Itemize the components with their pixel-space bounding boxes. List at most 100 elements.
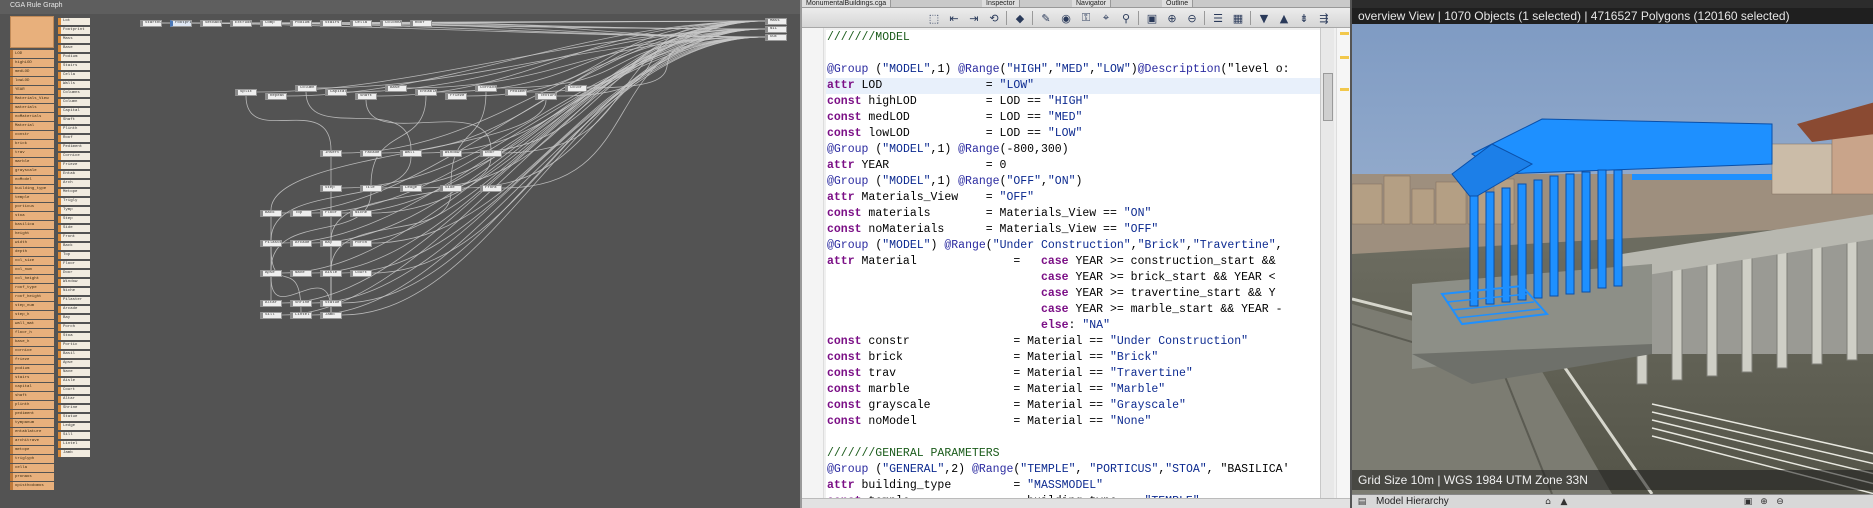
- rule-item[interactable]: Cornice: [58, 153, 90, 160]
- attribute-item[interactable]: cornice: [10, 347, 54, 355]
- rule-node[interactable]: Bay: [320, 240, 342, 247]
- attribute-item[interactable]: porticus: [10, 203, 54, 211]
- rule-item[interactable]: Columns: [58, 90, 90, 97]
- rule-node[interactable]: Shaft: [355, 93, 377, 100]
- arrow-up-icon[interactable]: ▲: [1276, 10, 1292, 26]
- code-line[interactable]: const noMaterials = Materials_View == "O…: [826, 222, 1320, 238]
- zoom-out-icon[interactable]: ⊖: [1184, 10, 1200, 26]
- rule-item[interactable]: Footprint: [58, 27, 90, 34]
- rule-node[interactable]: Capital: [325, 89, 347, 96]
- frame-icon[interactable]: ▣: [1742, 496, 1754, 508]
- rule-node[interactable]: Texture: [535, 93, 557, 100]
- code-line[interactable]: ///////GENERAL PARAMETERS: [826, 446, 1320, 462]
- attribute-item[interactable]: noModel: [10, 176, 54, 184]
- attribute-item[interactable]: trav: [10, 149, 54, 157]
- arrow-down-icon[interactable]: ⇟: [1296, 10, 1312, 26]
- rule-node[interactable]: Footprint: [170, 20, 192, 27]
- rule-node[interactable]: Out: [765, 34, 787, 41]
- rule-item[interactable]: Door: [58, 270, 90, 277]
- attribute-item[interactable]: Materials_View: [10, 95, 54, 103]
- rule-node[interactable]: Entablature: [415, 89, 437, 96]
- code-line[interactable]: attr building_type = "MASSMODEL": [826, 478, 1320, 494]
- rule-node[interactable]: Niche: [350, 210, 372, 217]
- rule-item[interactable]: Lot: [58, 18, 90, 25]
- rule-item[interactable]: Basil: [58, 351, 90, 358]
- attribute-item[interactable]: base_h: [10, 338, 54, 346]
- attribute-item[interactable]: wall_mat: [10, 320, 54, 328]
- rule-node[interactable]: Porch: [350, 240, 372, 247]
- rule-item[interactable]: Frieze: [58, 162, 90, 169]
- attribute-item[interactable]: building_type: [10, 185, 54, 193]
- rule-item[interactable]: Aisle: [58, 378, 90, 385]
- rule-item[interactable]: Side: [58, 225, 90, 232]
- rule-node[interactable]: Altar: [260, 300, 282, 307]
- attribute-item[interactable]: capital: [10, 383, 54, 391]
- rule-item[interactable]: Stoa: [58, 333, 90, 340]
- rule-node[interactable]: Base: [385, 85, 407, 92]
- attribute-item[interactable]: height: [10, 230, 54, 238]
- tab-inspector[interactable]: Inspector: [982, 0, 1020, 7]
- rule-node[interactable]: Nave: [290, 270, 312, 277]
- rule-node[interactable]: Ledge: [400, 185, 422, 192]
- rule-item[interactable]: Lintel: [58, 441, 90, 448]
- rule-item[interactable]: Ledge: [58, 423, 90, 430]
- rule-node[interactable]: Arcade: [290, 240, 312, 247]
- rule-node[interactable]: Door: [480, 150, 502, 157]
- rule-node[interactable]: NIL: [765, 26, 787, 33]
- rule-item[interactable]: Trigly: [58, 198, 90, 205]
- rule-item[interactable]: Shaft: [58, 117, 90, 124]
- rule-node[interactable]: Color: [565, 85, 587, 92]
- search-icon[interactable]: ⚲: [1118, 10, 1134, 26]
- rule-item[interactable]: Top: [58, 252, 90, 259]
- attribute-item[interactable]: medLOD: [10, 68, 54, 76]
- rule-item[interactable]: Sill: [58, 432, 90, 439]
- rule-item[interactable]: Stairs: [58, 63, 90, 70]
- model-hierarchy-title[interactable]: Model Hierarchy: [1376, 496, 1449, 508]
- attribute-item[interactable]: constr: [10, 131, 54, 139]
- attribute-item[interactable]: width: [10, 239, 54, 247]
- rule-item[interactable]: Capital: [58, 108, 90, 115]
- rule-item[interactable]: Entab: [58, 171, 90, 178]
- attribute-item[interactable]: temple: [10, 194, 54, 202]
- rule-item[interactable]: Column: [58, 99, 90, 106]
- zoom-in-icon[interactable]: ⊕: [1758, 496, 1770, 508]
- attribute-item[interactable]: architrave: [10, 437, 54, 445]
- rule-node[interactable]: Colonnade: [380, 20, 402, 27]
- rule-item[interactable]: Cella: [58, 72, 90, 79]
- attribute-item[interactable]: marble: [10, 158, 54, 166]
- rule-item[interactable]: Porch: [58, 324, 90, 331]
- attribute-item[interactable]: stairs: [10, 374, 54, 382]
- code-line[interactable]: const materials = Materials_View == "ON": [826, 206, 1320, 222]
- rule-node[interactable]: Extrude: [230, 20, 252, 27]
- rule-node[interactable]: Side: [440, 185, 462, 192]
- attribute-item[interactable]: triglyph: [10, 455, 54, 463]
- code-line[interactable]: else: "NA": [826, 318, 1320, 334]
- code-line[interactable]: case YEAR >= marble_start && YEAR -: [826, 302, 1320, 318]
- rule-node[interactable]: Roof: [410, 20, 432, 27]
- rule-node[interactable]: Cella: [350, 20, 372, 27]
- code-line[interactable]: const brick = Material == "Brick": [826, 350, 1320, 366]
- attribute-item[interactable]: step_num: [10, 302, 54, 310]
- attribute-item[interactable]: roof_height: [10, 293, 54, 301]
- shape-icon[interactable]: ◆: [1012, 10, 1028, 26]
- attribute-item[interactable]: col_height: [10, 275, 54, 283]
- rotate-icon[interactable]: ⟲: [986, 10, 1002, 26]
- attribute-item[interactable]: step_h: [10, 311, 54, 319]
- rule-node[interactable]: Facade: [360, 150, 382, 157]
- 3d-scene[interactable]: [1352, 24, 1873, 494]
- rule-item[interactable]: Portic: [58, 342, 90, 349]
- zoom-out-icon[interactable]: ⊖: [1774, 496, 1786, 508]
- attribute-item[interactable]: metope: [10, 446, 54, 454]
- code-line[interactable]: @Group ("MODEL",1) @Range("HIGH","MED","…: [826, 62, 1320, 78]
- rule-node[interactable]: Window: [440, 150, 462, 157]
- paint-icon[interactable]: ✎: [1038, 10, 1054, 26]
- code-line[interactable]: @Group ("MODEL",1) @Range("OFF","ON"): [826, 174, 1320, 190]
- select-icon[interactable]: ⬚: [926, 10, 942, 26]
- attribute-item[interactable]: lowLOD: [10, 77, 54, 85]
- rule-item[interactable]: Jamb: [58, 450, 90, 457]
- rule-node[interactable]: SetBack: [200, 20, 222, 27]
- scrollbar-thumb[interactable]: [1323, 73, 1333, 121]
- code-line[interactable]: @Group ("MODEL") @Range("Under Construct…: [826, 238, 1320, 254]
- attribute-item[interactable]: YEAR: [10, 86, 54, 94]
- attribute-item[interactable]: highLOD: [10, 59, 54, 67]
